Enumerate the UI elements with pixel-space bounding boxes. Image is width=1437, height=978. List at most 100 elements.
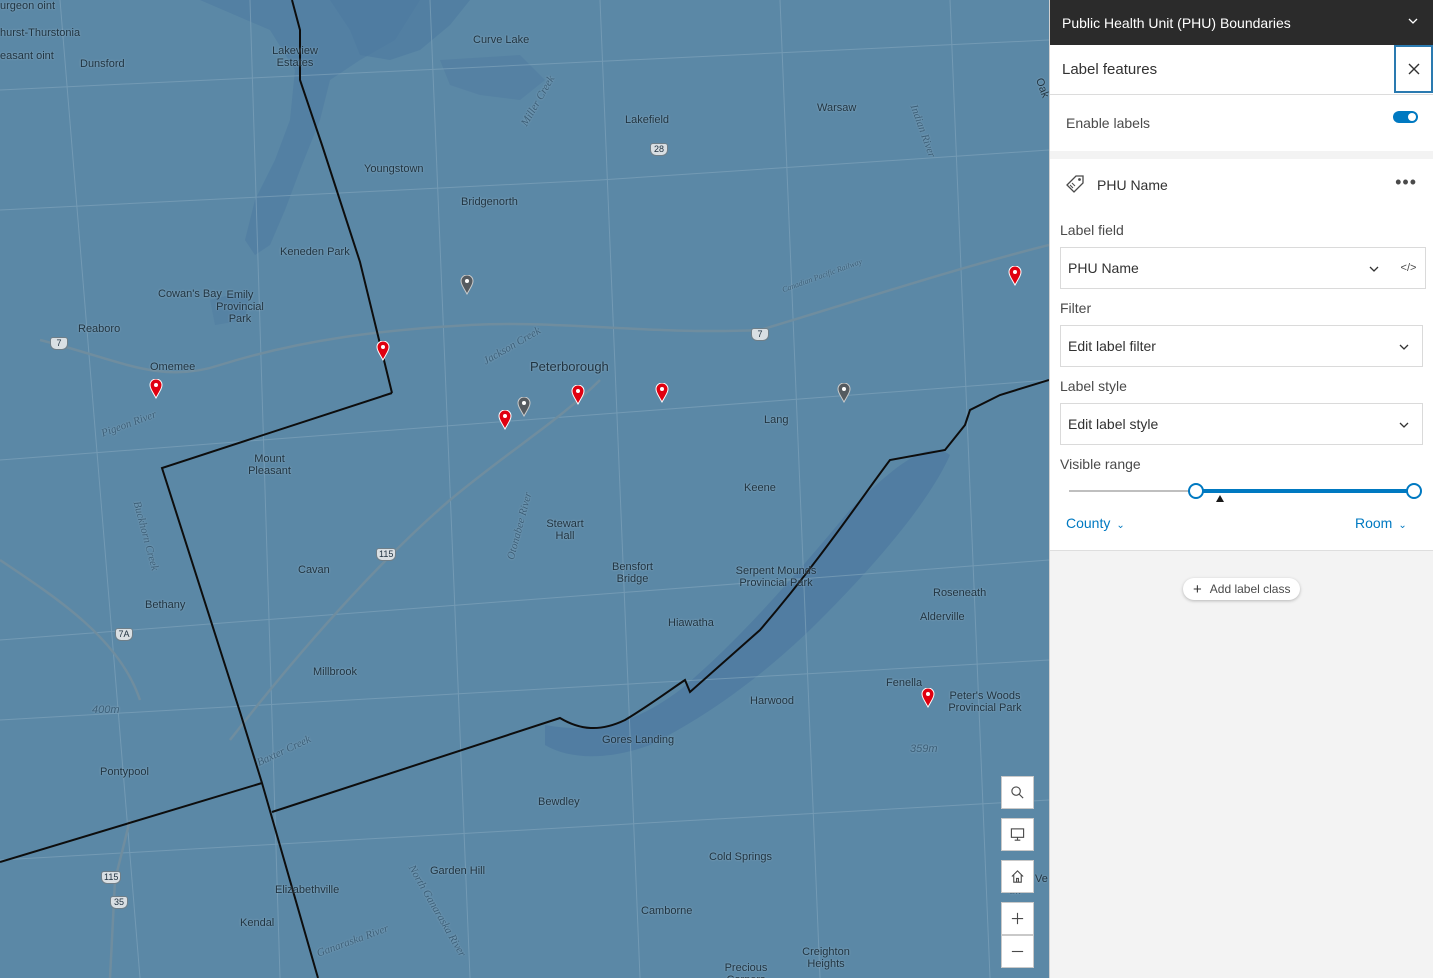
- map-label: Cavan: [298, 564, 330, 576]
- add-label-class-button[interactable]: + Add label class: [1183, 578, 1301, 600]
- map-label: Cold Springs: [709, 851, 772, 863]
- label-style-value: Edit label style: [1068, 416, 1159, 432]
- map-elevation-label: 400m: [92, 704, 120, 716]
- layer-header[interactable]: Public Health Unit (PHU) Boundaries: [1050, 0, 1433, 45]
- chevron-down-icon: ⌄: [1116, 520, 1125, 531]
- map-label: Millbrook: [313, 666, 358, 678]
- current-scale-marker: [1216, 495, 1224, 502]
- map-label: Curve Lake: [473, 34, 530, 46]
- map-label: hurst-Thurstonia: [0, 27, 81, 39]
- basemap-button[interactable]: [1001, 818, 1034, 851]
- map-label: Camborne: [641, 905, 693, 917]
- highway-shield: 35: [110, 896, 128, 909]
- map-elevation-label: 359m: [910, 743, 938, 755]
- map-label: Serpent Mounds Provincial Park: [735, 565, 817, 589]
- home-button[interactable]: [1001, 860, 1034, 893]
- map-label: Lakefield: [625, 114, 670, 126]
- map-label: Bewdley: [538, 796, 580, 808]
- highway-shield: 7: [50, 337, 68, 350]
- map-label: Peterborough: [530, 359, 609, 374]
- visible-range-fill: [1196, 489, 1414, 493]
- red-pin-marker[interactable]: [1008, 266, 1022, 286]
- highway-shield: 115: [101, 871, 122, 884]
- map-label: Emily Provincial Park: [216, 289, 264, 325]
- map-label: Lang: [764, 414, 789, 426]
- range-max-dropdown[interactable]: Room ⌄: [1355, 515, 1407, 531]
- label-class-name: PHU Name: [1097, 177, 1168, 193]
- map-label: Peter's Woods Provincial Park: [948, 690, 1022, 714]
- highway-shield: 115: [376, 548, 397, 561]
- code-icon: </>: [1400, 262, 1417, 274]
- range-max-handle[interactable]: [1406, 483, 1422, 499]
- gray-pin-marker[interactable]: [837, 383, 851, 403]
- map-label: Dunsford: [80, 58, 125, 70]
- more-options-button[interactable]: •••: [1395, 173, 1417, 191]
- label-tag-icon: [1066, 175, 1084, 193]
- map-label: Elizabethville: [275, 884, 340, 896]
- red-pin-marker[interactable]: [571, 385, 585, 405]
- expression-button[interactable]: </>: [1392, 247, 1426, 289]
- layer-title: Public Health Unit (PHU) Boundaries: [1062, 14, 1291, 31]
- range-min-handle[interactable]: [1188, 483, 1204, 499]
- map-label: Pontypool: [100, 766, 149, 778]
- plus-icon: [1011, 912, 1024, 925]
- map-label: Bridgenorth: [461, 196, 518, 208]
- gray-pin-marker[interactable]: [517, 397, 531, 417]
- zoom-out-button[interactable]: [1001, 935, 1034, 968]
- map-label: Creighton Heights: [802, 946, 850, 970]
- map-label: Garden Hill: [430, 865, 486, 877]
- map-label: Harwood: [750, 695, 795, 707]
- close-button[interactable]: [1394, 45, 1433, 93]
- red-pin-marker[interactable]: [655, 383, 669, 403]
- map-label: Omemee: [150, 361, 196, 373]
- label-style-heading: Label style: [1060, 378, 1127, 394]
- range-min-dropdown[interactable]: County ⌄: [1066, 515, 1125, 531]
- label-style-select[interactable]: Edit label style: [1060, 403, 1423, 445]
- range-max-value: Room: [1355, 515, 1393, 531]
- map-label: Precious Corners: [724, 962, 768, 978]
- enable-labels-toggle[interactable]: [1393, 111, 1418, 123]
- map-view[interactable]: urgeon oint hurst-Thurstonia easant oint…: [0, 0, 1049, 978]
- map-label: Reaboro: [78, 323, 121, 335]
- map-label: Youngstown: [364, 163, 424, 175]
- range-min-value: County: [1066, 515, 1111, 531]
- add-label-class-label: Add label class: [1209, 582, 1291, 596]
- map-label: Stewart Hall: [546, 518, 584, 542]
- map-basemap: [0, 0, 1049, 978]
- panel-edge: [1433, 0, 1437, 978]
- map-label: Kendal: [240, 917, 275, 929]
- map-label: Ve: [1035, 873, 1048, 885]
- map-label: urgeon oint: [0, 0, 56, 12]
- red-pin-marker[interactable]: [149, 379, 163, 399]
- red-pin-marker[interactable]: [921, 688, 935, 708]
- chevron-down-icon[interactable]: [1407, 15, 1419, 27]
- chevron-down-icon: [1399, 422, 1409, 428]
- chevron-down-icon: [1369, 266, 1379, 272]
- highway-shield: 7: [751, 328, 769, 341]
- gray-pin-marker[interactable]: [460, 275, 474, 295]
- filter-select[interactable]: Edit label filter: [1060, 325, 1423, 367]
- filter-heading: Filter: [1060, 300, 1092, 316]
- enable-labels-label: Enable labels: [1066, 115, 1151, 131]
- map-label: Mount Pleasant: [248, 453, 291, 477]
- highway-shield: 28: [650, 143, 668, 156]
- map-label: Roseneath: [933, 587, 987, 599]
- map-label: Bensfort Bridge: [612, 561, 653, 585]
- minus-icon: [1011, 950, 1024, 953]
- plus-icon: +: [1193, 580, 1202, 598]
- close-icon: [1408, 63, 1419, 75]
- red-pin-marker[interactable]: [376, 341, 390, 361]
- search-icon: [1011, 786, 1024, 799]
- map-search-button[interactable]: [1001, 776, 1034, 809]
- zoom-in-button[interactable]: [1001, 902, 1034, 935]
- map-label: Hiawatha: [668, 617, 714, 629]
- label-field-value: PHU Name: [1068, 260, 1139, 276]
- label-class-card: PHU Name ••• Label field PHU Name </> Fi…: [1050, 159, 1433, 551]
- section-title: Label features: [1062, 61, 1158, 78]
- chevron-down-icon: ⌄: [1398, 520, 1407, 531]
- map-label: Lakeview Estates: [272, 45, 318, 69]
- label-field-select[interactable]: PHU Name: [1060, 247, 1393, 289]
- map-label: Warsaw: [817, 102, 857, 114]
- red-pin-marker[interactable]: [498, 410, 512, 430]
- enable-labels-row: Enable labels: [1050, 95, 1433, 151]
